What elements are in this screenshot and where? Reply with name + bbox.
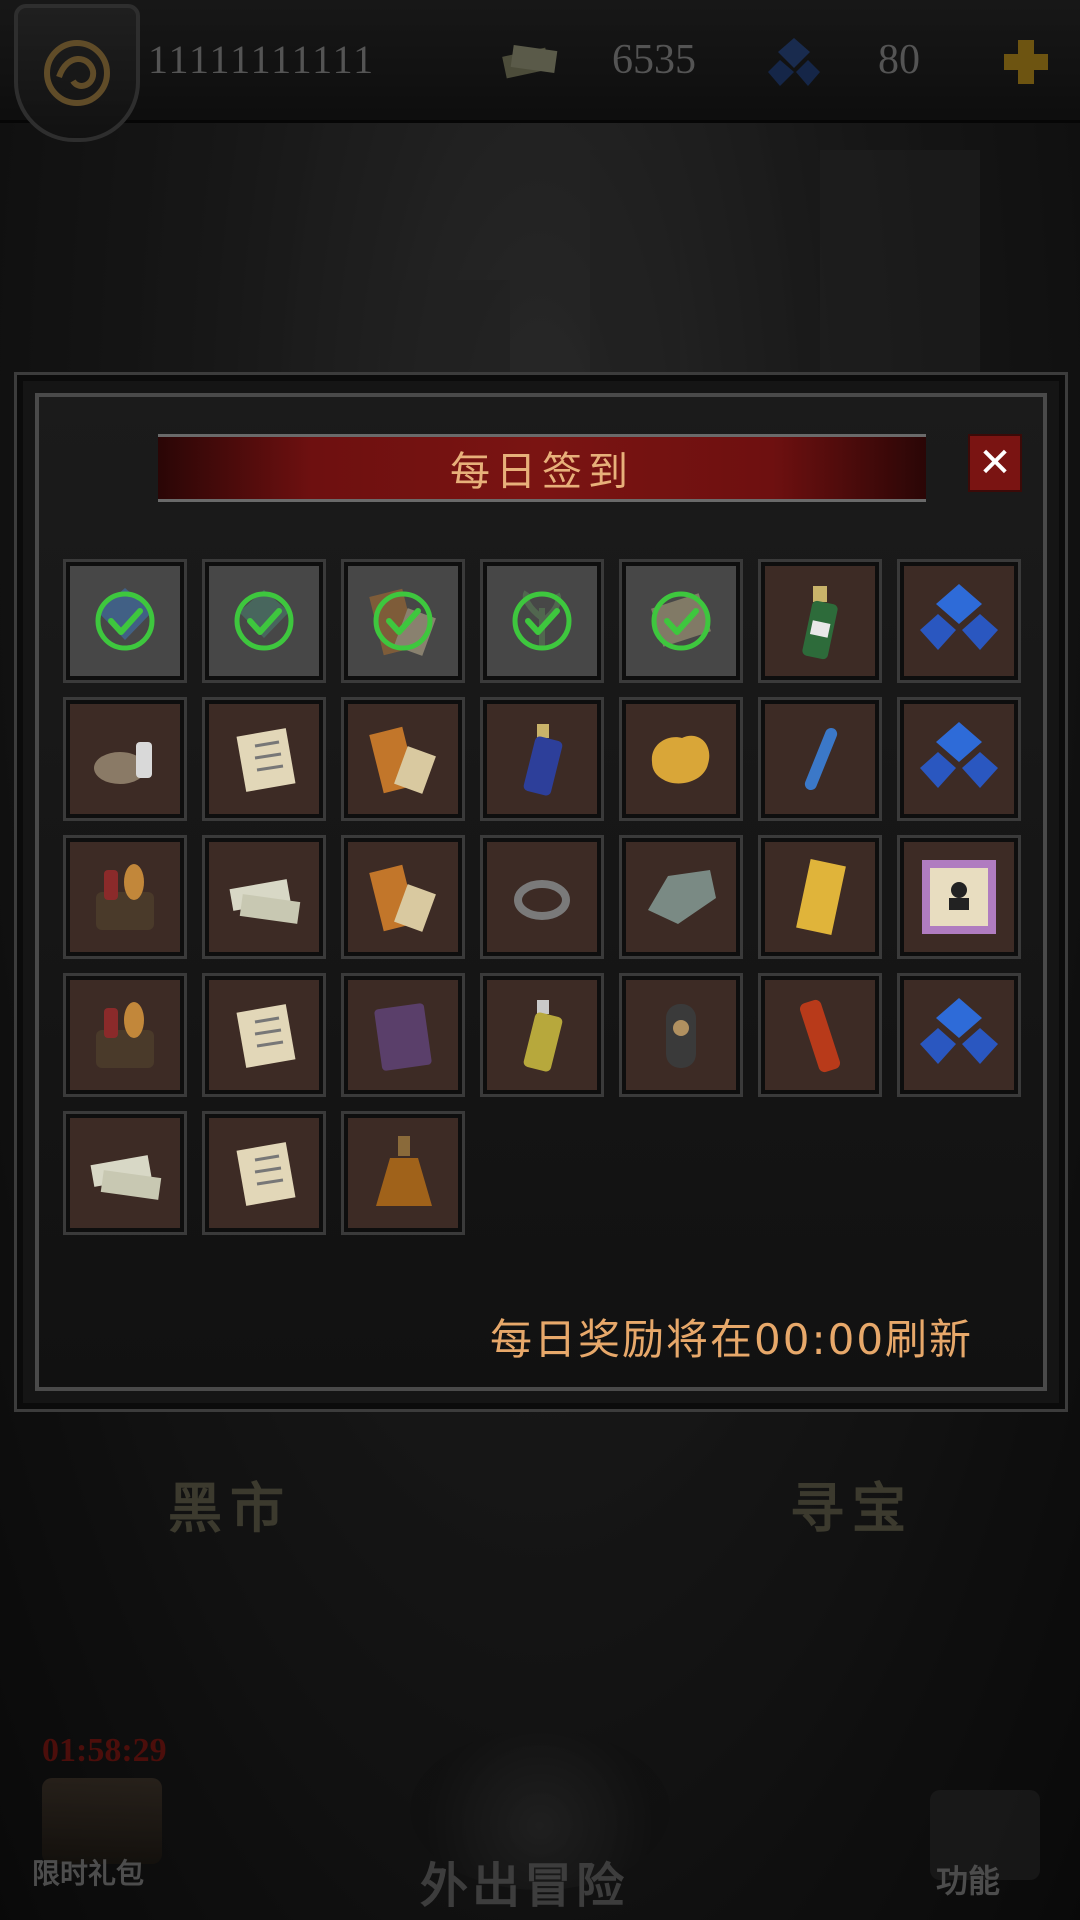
talisman-icon [796, 859, 846, 935]
gems-icon [920, 998, 998, 1064]
cash-stack-icon [90, 1155, 162, 1200]
reward-cell-day-15[interactable] [63, 835, 187, 959]
gems-icon [920, 722, 998, 788]
reward-cell-day-21[interactable] [897, 835, 1021, 959]
reward-cell-day-24[interactable] [341, 973, 465, 1097]
reward-cell-day-22[interactable] [63, 973, 187, 1097]
reward-cell-day-31[interactable] [341, 1111, 465, 1235]
crystal-rock-icon [648, 870, 716, 924]
close-icon: ✕ [978, 440, 1012, 486]
reward-cell-day-17[interactable] [341, 835, 465, 959]
idol-icon [666, 1004, 696, 1068]
scroll-paper-icon [236, 1004, 296, 1068]
scroll-orange-icon [369, 864, 436, 932]
cash-stack-icon [229, 879, 301, 924]
refresh-note: 每日奖励将在00:00刷新 [490, 1315, 974, 1364]
reward-cell-day-19[interactable] [619, 835, 743, 959]
reward-cell-day-3[interactable] [341, 559, 465, 683]
reward-cell-day-30[interactable] [202, 1111, 326, 1235]
test-tube-icon [804, 727, 838, 791]
reward-cell-day-28[interactable] [897, 973, 1021, 1097]
supplies-icon [94, 742, 152, 784]
close-button[interactable]: ✕ [968, 434, 1022, 492]
reward-cell-day-9[interactable] [202, 697, 326, 821]
reward-cell-day-4[interactable] [480, 559, 604, 683]
reward-cell-day-16[interactable] [202, 835, 326, 959]
book-icon [374, 1003, 432, 1071]
yellow-bottle-icon [523, 1000, 563, 1072]
recruit-card-icon [922, 860, 996, 934]
reward-cell-day-7[interactable] [897, 559, 1021, 683]
reward-cell-day-12[interactable] [619, 697, 743, 821]
gems-icon [920, 584, 998, 650]
checkmark-icon [651, 591, 711, 651]
food-bag-icon [96, 864, 154, 930]
reward-cell-day-5[interactable] [619, 559, 743, 683]
scroll-paper-icon [236, 728, 296, 792]
checkmark-icon [234, 591, 294, 651]
reward-cell-day-2[interactable] [202, 559, 326, 683]
dialog-title-bar: 每日签到 [158, 434, 926, 502]
sos-flare-icon [799, 999, 841, 1073]
reward-cell-day-8[interactable] [63, 697, 187, 821]
reward-cell-day-23[interactable] [202, 973, 326, 1097]
reward-cell-day-20[interactable] [758, 835, 882, 959]
scroll-paper-icon [236, 1142, 296, 1206]
amber-flask-icon [376, 1136, 432, 1206]
reward-cell-day-14[interactable] [897, 697, 1021, 821]
green-bottle-icon [802, 586, 838, 660]
reward-cell-day-13[interactable] [758, 697, 882, 821]
ring-icon [514, 880, 570, 920]
reward-cell-day-18[interactable] [480, 835, 604, 959]
checkmark-icon [512, 591, 572, 651]
reward-cell-day-10[interactable] [341, 697, 465, 821]
gold-nugget-icon [651, 735, 710, 784]
reward-cell-day-1[interactable] [63, 559, 187, 683]
checkmark-icon [373, 591, 433, 651]
checkmark-icon [95, 591, 155, 651]
reward-cell-day-25[interactable] [480, 973, 604, 1097]
reward-cell-day-26[interactable] [619, 973, 743, 1097]
scroll-orange-icon [369, 726, 436, 794]
reward-cell-day-11[interactable] [480, 697, 604, 821]
reward-cell-day-27[interactable] [758, 973, 882, 1097]
dialog-title: 每日签到 [450, 449, 634, 495]
reward-cell-day-6[interactable] [758, 559, 882, 683]
food-bag-icon [96, 1002, 154, 1068]
reward-cell-day-29[interactable] [63, 1111, 187, 1235]
blue-bottle-icon [523, 724, 563, 796]
